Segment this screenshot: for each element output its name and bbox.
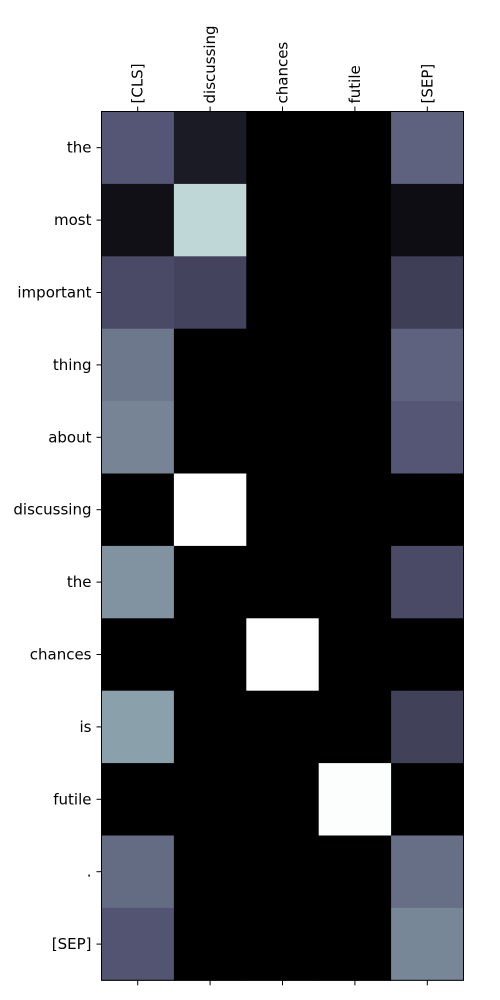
heatmap-cell xyxy=(246,763,320,836)
heatmap-cell xyxy=(318,835,392,909)
heatmap-cell xyxy=(318,328,392,402)
y-tick-label: [SEP] xyxy=(52,935,92,953)
heatmap-cell xyxy=(101,183,175,257)
heatmap-cell xyxy=(391,618,464,692)
heatmap-cell xyxy=(101,401,175,474)
y-tick-label: important xyxy=(17,284,91,302)
y-tick-label: is xyxy=(80,718,92,736)
y-tick-label: the xyxy=(67,573,92,591)
heatmap-cell xyxy=(101,256,175,330)
heatmap-cell xyxy=(173,183,247,257)
heatmap-cell xyxy=(391,328,464,402)
y-tick-label: about xyxy=(48,428,91,446)
heatmap-cell xyxy=(246,183,320,257)
heatmap-cell xyxy=(391,835,464,909)
y-tick-label: the xyxy=(67,139,92,157)
y-tick-label: futile xyxy=(53,790,91,808)
heatmap-cell xyxy=(173,256,247,330)
heatmap-cell xyxy=(391,907,464,981)
heatmap-cell xyxy=(173,690,247,764)
x-tick-label: discussing xyxy=(201,25,219,103)
heatmap-cell xyxy=(101,473,175,547)
heatmap-cell xyxy=(101,545,175,619)
heatmap-cell xyxy=(246,401,320,474)
heatmap-cell xyxy=(246,256,320,330)
heatmap-cell xyxy=(101,907,175,981)
heatmap-cell xyxy=(101,328,175,402)
heatmap-cell xyxy=(318,618,392,692)
heatmap-cell xyxy=(246,690,320,764)
attention-heatmap: [CLS] discussing chances futile [SEP] the most… xyxy=(13,25,464,986)
heatmap-cell xyxy=(246,907,320,981)
heatmap-cell xyxy=(318,256,392,330)
heatmap-cell xyxy=(173,111,247,185)
y-tick-label: . xyxy=(87,863,92,881)
heatmap-cell xyxy=(246,473,320,547)
heatmap-cell xyxy=(391,473,464,547)
x-tick-label: chances xyxy=(274,42,292,104)
heatmap-cell xyxy=(173,401,247,474)
heatmap-cell xyxy=(391,111,464,185)
heatmap-cell xyxy=(173,473,247,547)
y-tick-label: chances xyxy=(30,646,92,664)
heatmap-cell xyxy=(246,835,320,909)
heatmap-cell xyxy=(101,690,175,764)
y-tick-label: thing xyxy=(53,356,92,374)
heatmap-cell xyxy=(101,763,175,836)
heatmap-cell xyxy=(173,618,247,692)
heatmap-cell xyxy=(318,545,392,619)
heatmap-cell xyxy=(318,183,392,257)
heatmap-cell xyxy=(391,256,464,330)
heatmap-cell xyxy=(173,545,247,619)
heatmap-cell xyxy=(318,690,392,764)
heatmap-cell xyxy=(173,763,247,836)
heatmap-cell xyxy=(318,763,392,836)
heatmap-cell xyxy=(318,907,392,981)
heatmap-cell xyxy=(391,183,464,257)
heatmap-cell xyxy=(391,401,464,474)
heatmap-cells xyxy=(101,111,464,981)
heatmap-cell xyxy=(246,618,320,692)
x-tick-label: [SEP] xyxy=(418,64,436,104)
heatmap-cell xyxy=(101,618,175,692)
heatmap-cell xyxy=(318,473,392,547)
x-tick-label: [CLS] xyxy=(129,63,147,103)
y-tick-label: most xyxy=(54,211,92,229)
heatmap-cell xyxy=(101,835,175,909)
heatmap-cell xyxy=(246,545,320,619)
x-tick-label: futile xyxy=(346,65,364,103)
heatmap-cell xyxy=(318,401,392,474)
heatmap-cell xyxy=(246,111,320,185)
heatmap-cell xyxy=(391,690,464,764)
heatmap-cell xyxy=(173,835,247,909)
heatmap-cell xyxy=(173,328,247,402)
heatmap-cell xyxy=(318,111,392,185)
heatmap-cell xyxy=(173,907,247,981)
heatmap-cell xyxy=(246,328,320,402)
heatmap-cell xyxy=(101,111,175,185)
heatmap-cell xyxy=(391,763,464,836)
y-tick-label: discussing xyxy=(13,501,91,519)
heatmap-cell xyxy=(391,545,464,619)
